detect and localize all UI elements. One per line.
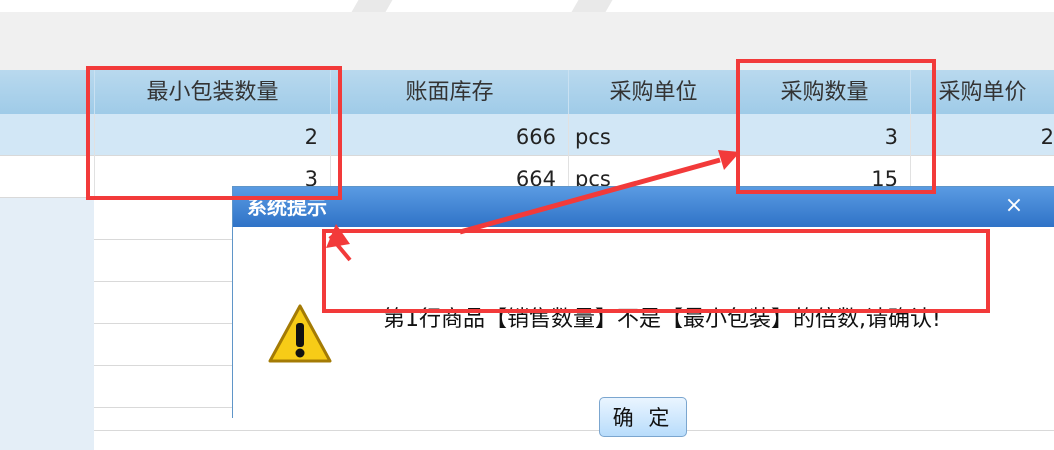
- annotation-arrows: [326, 150, 740, 262]
